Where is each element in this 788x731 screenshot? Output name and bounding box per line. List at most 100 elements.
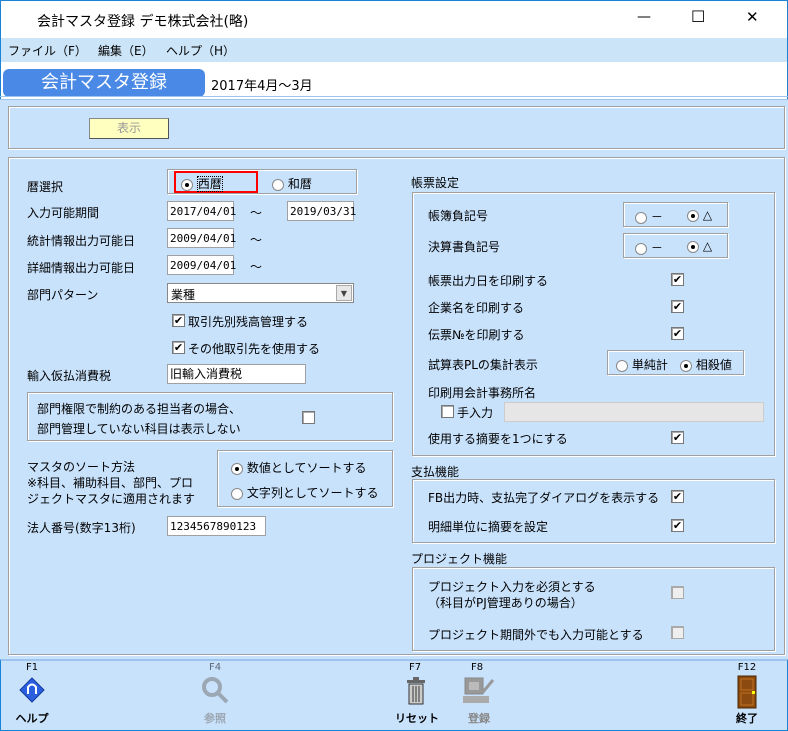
dept-restrict-box: 部門権限で制約のある担当者の場合、 部門管理していない科目は表示しない — [27, 392, 393, 441]
detail-date[interactable]: 2009/04/01 — [167, 255, 236, 275]
radio-sort-string[interactable]: 文字列としてソートする — [231, 484, 378, 501]
input-period-from[interactable]: 2017/04/01 — [167, 201, 236, 221]
tilde: ～ — [250, 233, 263, 247]
corp-no-input[interactable]: 1234567890123 — [167, 516, 266, 536]
menu-edit[interactable]: 編集（E） — [98, 42, 154, 59]
reference-label: 参照 — [204, 712, 226, 725]
register-button[interactable]: F8 登録 — [457, 662, 501, 728]
proj-required-line1: プロジェクト入力を必須とする — [428, 580, 596, 594]
fkey-label: F1 — [25, 662, 39, 673]
pl-label: 試算表PLの集計表示 — [428, 358, 538, 372]
reference-button[interactable]: F4 参照 — [193, 662, 237, 728]
sort-note-2: ジェクトマスタに適用されます — [27, 492, 196, 506]
radio-fs-triangle[interactable]: △ — [687, 239, 712, 253]
radio-icon — [687, 240, 699, 253]
print-slip-checkbox[interactable]: ✔ — [671, 327, 684, 340]
import-tax-label: 輸入仮払消費税 — [27, 369, 112, 383]
one-summary-checkbox[interactable]: ✔ — [671, 431, 684, 444]
proj-outside-label: プロジェクト期間外でも入力可能とする — [428, 628, 644, 642]
exit-button[interactable]: F12 終了 — [725, 662, 769, 728]
exit-label: 終了 — [736, 712, 758, 725]
office-name-input[interactable] — [504, 402, 764, 422]
dept-pattern-select[interactable]: 業種 ▼ — [167, 283, 354, 303]
dept-restrict-line2: 部門管理していない科目は表示しない — [37, 422, 241, 436]
radio-icon — [181, 178, 193, 191]
dept-restrict-checkbox[interactable] — [302, 411, 315, 424]
balance-checkbox[interactable]: ✔ — [172, 314, 185, 327]
radio-icon — [231, 487, 243, 500]
window-title: 会計マスタ登録 デモ株式会社(略) — [37, 14, 249, 30]
radio-ledger-triangle[interactable]: △ — [687, 208, 712, 222]
fkey-label: F4 — [208, 662, 222, 673]
radio-sort-numeric[interactable]: 数値としてソートする — [231, 459, 366, 476]
radio-ledger-minus[interactable]: － — [635, 208, 663, 225]
screen-tab: 会計マスタ登録 — [3, 69, 205, 97]
dept-restrict-line1: 部門権限で制約のある担当者の場合、 — [37, 402, 242, 416]
dept-pattern-label: 部門パターン — [27, 288, 99, 302]
sort-note-1: ※科目、補助科目、部門、プロ — [27, 476, 194, 490]
register-label: 登録 — [468, 712, 490, 725]
input-period-to[interactable]: 2019/03/31 — [287, 201, 356, 221]
show-button[interactable]: 表示 — [89, 118, 169, 139]
import-tax-input[interactable]: 旧輸入消費税 — [167, 364, 306, 384]
maximize-button[interactable]: ☐ — [691, 7, 705, 26]
detail-summary-label: 明細単位に摘要を設定 — [428, 520, 549, 534]
close-button[interactable]: ✕ — [746, 8, 759, 26]
menu-help[interactable]: ヘルプ（H） — [166, 42, 235, 59]
radio-icon — [272, 178, 284, 191]
sort-radio-group: 数値としてソートする 文字列としてソートする — [217, 450, 393, 507]
ledger-neg-radio-group: － △ — [623, 202, 728, 227]
balance-label: 取引先別残高管理する — [188, 315, 309, 329]
radio-pl-offset[interactable]: 相殺値 — [680, 356, 732, 373]
chevron-down-icon[interactable]: ▼ — [336, 285, 352, 301]
project-title: プロジェクト機能 — [411, 552, 508, 566]
fiscal-period: 2017年4月～3月 — [211, 79, 313, 94]
tilde: ～ — [250, 206, 263, 220]
proj-required-checkbox[interactable] — [671, 586, 684, 599]
trash-icon — [407, 677, 425, 705]
fs-neg-radio-group: － △ — [623, 233, 728, 258]
ledger-neg-label: 帳簿負記号 — [428, 209, 489, 223]
fs-neg-label: 決算書負記号 — [428, 240, 501, 254]
help-button[interactable]: F1 ヘルプ — [10, 662, 54, 728]
fb-dialog-checkbox[interactable]: ✔ — [671, 490, 684, 503]
manual-input-label: 手入力 — [457, 406, 494, 420]
door-exit-icon — [737, 675, 757, 709]
other-partner-checkbox[interactable]: ✔ — [172, 341, 185, 354]
radio-icon — [635, 211, 647, 224]
calendar-label: 暦選択 — [27, 180, 64, 194]
help-label: ヘルプ — [15, 712, 49, 725]
calendar-radio-group: 西暦 和暦 — [167, 169, 357, 194]
print-company-checkbox[interactable]: ✔ — [671, 300, 684, 313]
menu-bar: ファイル（F） 編集（E） ヘルプ（H） — [0, 38, 788, 62]
header-row: 会計マスタ登録 2017年4月～3月 — [0, 62, 788, 100]
tilde: ～ — [250, 260, 263, 274]
minimize-button[interactable]: — — [637, 9, 651, 25]
detail-summary-checkbox[interactable]: ✔ — [671, 519, 684, 532]
radio-seireki[interactable]: 西暦 — [181, 175, 223, 192]
radio-icon — [231, 462, 243, 475]
radio-pl-simple[interactable]: 単純計 — [616, 356, 668, 373]
radio-icon — [616, 359, 628, 372]
one-summary-label: 使用する摘要を1つにする — [428, 432, 568, 446]
help-book-icon — [19, 677, 45, 703]
reset-button[interactable]: F7 リセット — [395, 662, 439, 728]
stats-date[interactable]: 2009/04/01 — [167, 228, 236, 248]
magnifier-icon — [202, 677, 229, 704]
input-period-label: 入力可能期間 — [27, 206, 100, 220]
menu-file[interactable]: ファイル（F） — [8, 42, 87, 59]
detail-label: 詳細情報出力可能日 — [27, 261, 136, 275]
reset-label: リセット — [395, 712, 439, 725]
radio-icon — [635, 242, 647, 255]
sort-label: マスタのソート方法 — [27, 460, 136, 474]
radio-icon — [687, 209, 699, 222]
proj-outside-checkbox[interactable] — [671, 626, 684, 639]
radio-wareki[interactable]: 和暦 — [272, 175, 312, 192]
radio-icon — [680, 359, 692, 372]
payment-title: 支払機能 — [411, 465, 460, 479]
radio-fs-minus[interactable]: － — [635, 239, 663, 256]
fb-dialog-label: FB出力時、支払完了ダイアログを表示する — [428, 491, 660, 505]
manual-input-checkbox[interactable] — [441, 405, 454, 418]
print-date-checkbox[interactable]: ✔ — [671, 273, 684, 286]
fkey-label: F8 — [470, 662, 484, 673]
